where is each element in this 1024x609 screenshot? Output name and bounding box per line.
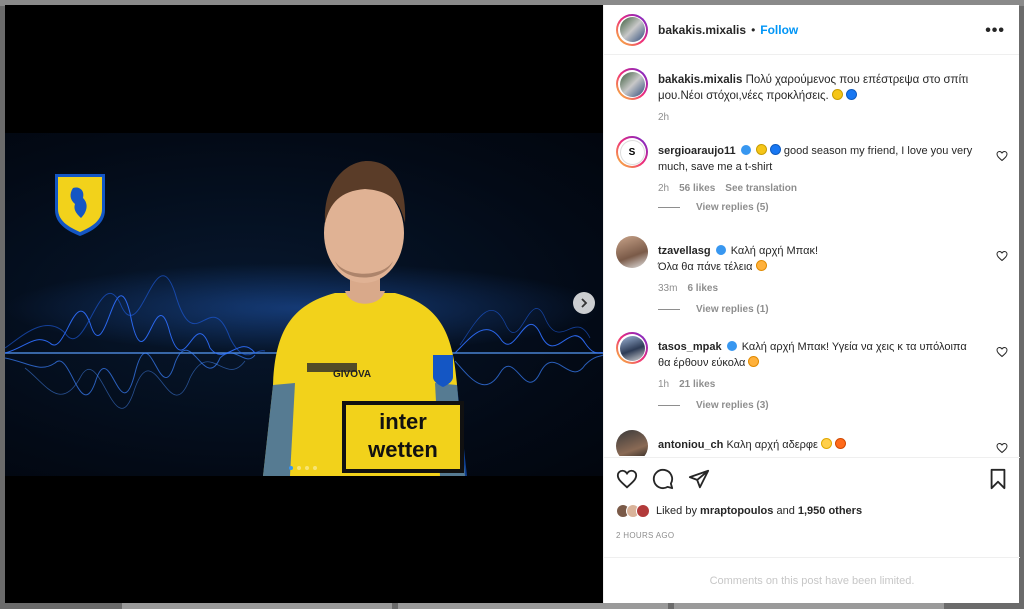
player-figure: inter wetten GIVOVA <box>263 161 467 476</box>
likes-and: and <box>776 505 795 517</box>
comment-icon[interactable] <box>652 468 674 490</box>
comment-likes[interactable]: 56 likes <box>679 181 715 197</box>
next-slide-button[interactable] <box>573 292 595 314</box>
yellow-heart-icon <box>831 89 843 100</box>
carousel-indicator <box>289 466 317 470</box>
comment-text-line2: Όλα θα πάνε τέλεια <box>658 261 753 273</box>
comment-text-line2: θα έρθουν εύκολα <box>658 357 746 369</box>
comment-username[interactable]: tzavellasg <box>658 245 711 257</box>
carousel-dot <box>313 466 317 470</box>
heart-icon[interactable] <box>996 150 1008 162</box>
comment-username[interactable]: tasos_mpak <box>658 341 722 353</box>
post-media: inter wetten GIVOVA <box>5 5 603 603</box>
bookmark-icon[interactable] <box>988 468 1008 490</box>
comment-likes[interactable]: 21 likes <box>679 377 715 393</box>
caption-avatar[interactable] <box>616 68 648 100</box>
blue-circle-icon <box>769 144 781 155</box>
comment-text-line2: much, save me a t-shirt <box>658 161 773 173</box>
view-replies-button[interactable]: View replies (1) <box>658 304 769 315</box>
comment-avatar[interactable] <box>616 430 648 456</box>
carousel-dot <box>289 466 293 470</box>
post-actions: Liked by mraptopoulos and 1,950 others 2… <box>604 457 1020 563</box>
comment-username[interactable]: antoniou_ch <box>658 439 723 451</box>
caption-text-line2: μου.Νέοι στόχοι,νέες προκλήσεις. <box>658 90 829 102</box>
yellow-circle-icon <box>755 144 767 155</box>
caption-text-line1: Πολύ χαρούμενος που επέστρεψα στο σπίτι <box>745 74 969 86</box>
comment-likes[interactable]: 6 likes <box>687 281 718 297</box>
post-side-panel: bakakis.mixalis • Follow ••• bakakis.mix… <box>603 5 1020 603</box>
verified-badge-icon <box>715 245 726 255</box>
comments-list[interactable]: bakakis.mixalis Πολύ χαρούμενος που επέσ… <box>604 56 1020 456</box>
verified-badge-icon <box>726 341 737 351</box>
view-replies-button[interactable]: View replies (5) <box>658 202 769 213</box>
blue-heart-icon <box>846 89 858 100</box>
emoji-icon <box>755 260 767 271</box>
comment-text-line1: Καλή αρχή Μπακ! <box>730 245 819 257</box>
comment-time: 2h <box>658 183 670 194</box>
jersey-sponsor-line2: wetten <box>367 437 438 462</box>
view-replies-button[interactable]: View replies (3) <box>658 400 769 411</box>
post-timestamp[interactable]: 2 HOURS AGO <box>616 531 674 540</box>
comment-text-line1: good season my friend, I love you very <box>783 145 973 157</box>
post-header: bakakis.mixalis • Follow ••• <box>604 5 1019 55</box>
heart-icon[interactable] <box>996 250 1008 262</box>
carousel-dot <box>297 466 301 470</box>
comment-username[interactable]: sergioaraujo11 <box>658 145 736 157</box>
heart-icon[interactable] <box>996 346 1008 358</box>
chevron-right-icon <box>581 298 588 308</box>
comment-avatar[interactable] <box>616 332 648 364</box>
likes-others-link[interactable]: 1,950 others <box>798 505 862 517</box>
likes-summary: Liked by mraptopoulos and 1,950 others <box>616 504 862 518</box>
likes-prefix: Liked by <box>656 505 697 517</box>
comment-avatar[interactable]: S <box>616 136 648 168</box>
clap-emoji-icon <box>821 438 832 449</box>
emoji-icon <box>748 356 760 367</box>
avatar[interactable] <box>616 13 648 46</box>
caption-time: 2h <box>658 112 670 123</box>
follow-button[interactable]: Follow <box>760 23 798 37</box>
comment-time: 33m <box>658 283 678 294</box>
post-modal: inter wetten GIVOVA bakakis.mixalis • Fo… <box>5 5 1020 603</box>
sound-wave-graphic: inter wetten GIVOVA <box>5 161 603 476</box>
comment-text-line1: Καλή αρχή Μπακ! Υγεία να χεις κ τα υπόλο… <box>741 341 967 353</box>
jersey-sponsor-line1: inter <box>379 409 427 434</box>
verified-badge-icon <box>740 145 751 155</box>
likes-user-link[interactable]: mraptopoulos <box>700 505 773 517</box>
heart-icon[interactable] <box>616 468 638 490</box>
comment-avatar[interactable] <box>616 236 648 268</box>
club-crest <box>55 174 105 236</box>
comment-text-line1: Καλη αρχή αδερφε <box>726 439 818 451</box>
comment-time: 1h <box>658 379 670 390</box>
more-options-icon[interactable]: ••• <box>985 22 1005 40</box>
carousel-dot <box>305 466 309 470</box>
header-separator: • <box>751 22 756 37</box>
fire-emoji-icon <box>835 438 847 449</box>
header-username[interactable]: bakakis.mixalis <box>658 23 746 37</box>
see-translation-link[interactable]: See translation <box>725 181 797 197</box>
post-image[interactable]: inter wetten GIVOVA <box>5 133 603 476</box>
jersey-brand: GIVOVA <box>333 369 371 380</box>
liker-avatar[interactable] <box>636 504 650 518</box>
heart-icon[interactable] <box>996 442 1008 454</box>
comments-limited-notice: Comments on this post have been limited. <box>604 557 1020 603</box>
share-icon[interactable] <box>688 468 710 490</box>
caption-username[interactable]: bakakis.mixalis <box>658 74 742 86</box>
